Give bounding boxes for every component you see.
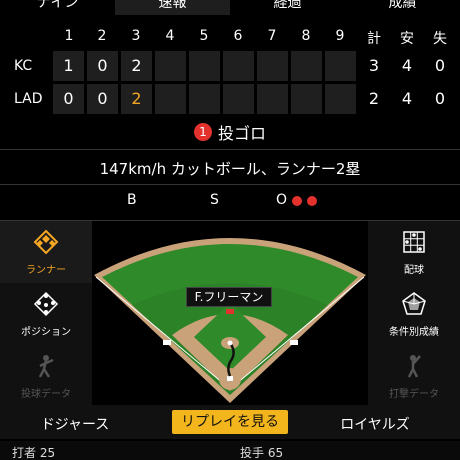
- tab-stats[interactable]: 成績: [345, 0, 460, 15]
- inning-score: [257, 84, 288, 114]
- batting-data-label: 打撃データ: [389, 389, 439, 400]
- baseball-field: F.フリーマン: [92, 221, 368, 403]
- position-button[interactable]: ポジション: [0, 283, 92, 345]
- inning-header: 7: [267, 28, 277, 44]
- score-row-kc: KC 1 0 2 3 4 0: [0, 51, 460, 81]
- inning-score: [189, 51, 220, 81]
- total-header-errors: 失: [433, 31, 447, 47]
- team-name: KC: [14, 58, 33, 74]
- inning-score: [257, 51, 288, 81]
- total-hits: 4: [401, 56, 413, 75]
- scoreboard: 1 2 3 4 5 6 7 8 9 計 安 失 KC 1 0 2 3 4 0 L…: [0, 26, 460, 114]
- inning-header: 6: [233, 28, 243, 44]
- tab-label: 速報: [158, 0, 187, 11]
- inning-score: [291, 51, 322, 81]
- divider: [0, 149, 460, 150]
- batting-data-button[interactable]: 打撃データ: [368, 345, 460, 407]
- field-diagram: [94, 238, 366, 403]
- inning-score: 0: [87, 84, 118, 114]
- inning-score-current: 2: [121, 84, 152, 114]
- pitch-location-label: 配球: [404, 265, 424, 276]
- out-indicator: [307, 196, 317, 206]
- away-team-button[interactable]: ロイヤルズ: [300, 414, 450, 434]
- inning-score: [189, 84, 220, 114]
- radar-chart-icon: [402, 292, 426, 315]
- inning-score: [291, 84, 322, 114]
- inning-header: 4: [165, 28, 175, 44]
- total-runs: 2: [368, 89, 380, 108]
- batter-icon: [407, 355, 421, 378]
- tab-label: 経過: [273, 0, 302, 11]
- play-result: 1 投ゴロ: [0, 120, 460, 146]
- out-indicator: [292, 196, 302, 206]
- inning-header: 5: [199, 28, 209, 44]
- pitching-data-label: 投球データ: [21, 389, 71, 400]
- runner-label: ランナー: [26, 265, 66, 276]
- total-hits: 4: [401, 89, 413, 108]
- inning-score: 0: [53, 84, 84, 114]
- inning-header: 2: [97, 28, 107, 44]
- inning-header: 3: [131, 28, 141, 44]
- third-base: [163, 340, 171, 345]
- inning-score: 0: [87, 51, 118, 81]
- pitcher-icon: [38, 355, 54, 378]
- pitch-location-button[interactable]: 配球: [368, 221, 460, 283]
- strikes-label: S: [210, 192, 219, 208]
- pitch-info: 147km/h カットボール、ランナー2塁: [99, 160, 361, 178]
- second-base-runner: [226, 309, 234, 314]
- scoreboard-header: 1 2 3 4 5 6 7 8 9 計 安 失: [0, 26, 460, 48]
- inning-header: 1: [64, 28, 74, 44]
- pitch-grid-icon: [403, 231, 425, 253]
- score-row-lad: LAD 0 0 2 2 4 0: [0, 84, 460, 114]
- pitcher-number: 投手 65: [240, 446, 284, 460]
- tab-progress[interactable]: 経過: [230, 0, 345, 15]
- inning-score: [155, 84, 186, 114]
- inning-score: [325, 51, 356, 81]
- position-icon: [33, 291, 59, 317]
- total-runs: 3: [368, 56, 380, 75]
- team-name: LAD: [14, 91, 43, 107]
- outs-label: O: [276, 192, 288, 208]
- balls-label: B: [127, 192, 137, 208]
- runner-button[interactable]: ランナー: [0, 221, 92, 283]
- top-tabs: ナイン 速報 経過 成績: [0, 0, 460, 15]
- conditional-stats-button[interactable]: 条件別成績: [368, 283, 460, 345]
- tab-label: 成績: [388, 0, 417, 11]
- player-footer: 打者 25 投手 65: [0, 441, 460, 460]
- first-base: [290, 340, 298, 345]
- inning-score: 1: [53, 51, 84, 81]
- inning-score: 2: [121, 51, 152, 81]
- inning-score: [155, 51, 186, 81]
- replay-button[interactable]: リプレイを見る: [172, 410, 288, 434]
- pitching-data-button[interactable]: 投球データ: [0, 345, 92, 407]
- position-label: ポジション: [21, 327, 71, 338]
- inning-header: 9: [335, 28, 345, 44]
- total-errors: 0: [434, 56, 446, 75]
- divider: [0, 184, 460, 185]
- total-header-hits: 安: [400, 31, 414, 47]
- inning-score: [223, 51, 254, 81]
- conditional-stats-label: 条件別成績: [389, 327, 439, 338]
- tab-nine[interactable]: ナイン: [0, 0, 115, 15]
- inning-score: [223, 84, 254, 114]
- total-header-runs: 計: [367, 31, 381, 47]
- tab-live[interactable]: 速報: [115, 0, 230, 15]
- runner-diamond-icon: [33, 229, 59, 255]
- home-team-button[interactable]: ドジャース: [0, 414, 150, 434]
- play-result-text: 投ゴロ: [217, 124, 266, 143]
- batter-number: 打者 25: [12, 446, 56, 460]
- inning-score: [325, 84, 356, 114]
- fielder-label: F.フリーマン: [186, 287, 272, 307]
- tab-label: ナイン: [36, 0, 79, 11]
- play-number-badge: 1: [193, 123, 212, 141]
- bottom-bar: ドジャース リプレイを見る ロイヤルズ: [0, 405, 460, 439]
- total-errors: 0: [434, 89, 446, 108]
- inning-header: 8: [301, 28, 311, 44]
